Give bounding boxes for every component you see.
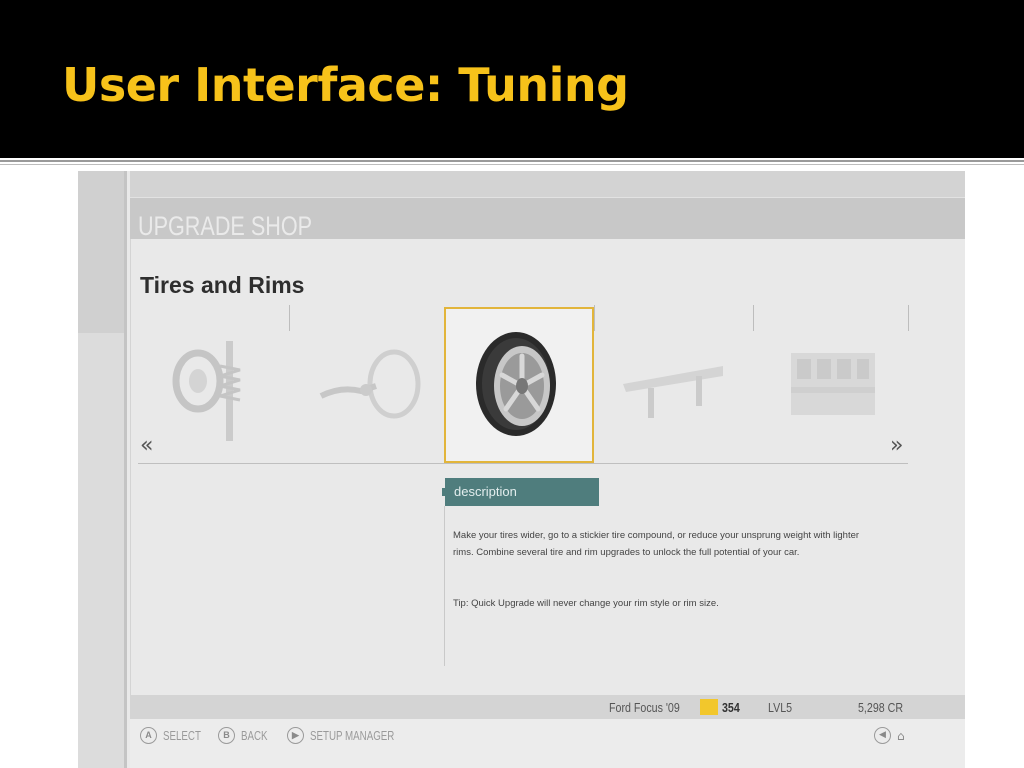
carousel-tick xyxy=(908,305,909,331)
back-label: BACK xyxy=(241,728,268,743)
carousel-next-arrow[interactable]: » xyxy=(890,433,903,458)
upgrade-shop-title: UPGRADE SHOP xyxy=(138,211,313,241)
setup-manager-hint[interactable]: ▶ SETUP MANAGER xyxy=(287,727,422,744)
description-divider xyxy=(444,506,445,666)
panel-divider-thin xyxy=(130,171,131,768)
setup-manager-label: SETUP MANAGER xyxy=(310,728,395,743)
description-tip: Tip: Quick Upgrade will never change you… xyxy=(453,598,719,609)
drivetrain-icon[interactable] xyxy=(316,346,426,430)
engine-block-icon[interactable] xyxy=(783,343,883,432)
header-divider xyxy=(0,160,1024,162)
slide-header: User Interface: Tuning xyxy=(0,0,1024,158)
back-hint[interactable]: B BACK xyxy=(218,727,276,744)
brake-suspension-icon[interactable] xyxy=(168,336,248,450)
description-body: Make your tires wider, go to a stickier … xyxy=(453,530,860,558)
carousel-tick xyxy=(594,305,595,331)
carousel-baseline xyxy=(138,463,908,464)
credits-value: 5,298 CR xyxy=(858,700,904,715)
nav-icons[interactable]: ◀ ⌂ xyxy=(874,727,905,744)
carousel-tick xyxy=(289,305,290,331)
select-label: SELECT xyxy=(163,728,201,743)
carousel-prev-arrow[interactable]: « xyxy=(140,433,153,458)
tire-rim-icon xyxy=(476,332,556,436)
game-screenshot: UPGRADE SHOP Tires and Rims « » descript… xyxy=(78,171,965,768)
tire-rim-item-selected[interactable] xyxy=(444,307,594,463)
carousel-tick xyxy=(753,305,754,331)
rear-wing-icon[interactable] xyxy=(618,356,728,430)
a-button-icon: A xyxy=(140,727,157,744)
select-hint[interactable]: A SELECT xyxy=(140,727,214,744)
panel-divider xyxy=(124,171,127,768)
home-icon: ⌂ xyxy=(897,728,905,743)
description-tab[interactable]: description xyxy=(445,478,599,506)
top-bar-upper xyxy=(130,171,965,197)
slide-title: User Interface: Tuning xyxy=(62,58,629,112)
level-indicator: LVL5 xyxy=(768,700,793,715)
top-bar-line xyxy=(130,197,965,198)
right-button-icon: ▶ xyxy=(287,727,304,744)
performance-index: 354 xyxy=(722,700,740,715)
category-title: Tires and Rims xyxy=(140,272,305,298)
car-name: Ford Focus '09 xyxy=(609,700,680,715)
status-bar xyxy=(130,695,965,719)
class-badge xyxy=(700,699,718,715)
header-divider-secondary xyxy=(0,164,1024,165)
b-button-icon: B xyxy=(218,727,235,744)
left-panel-top xyxy=(78,171,124,333)
left-bumper-icon: ◀ xyxy=(874,727,891,744)
